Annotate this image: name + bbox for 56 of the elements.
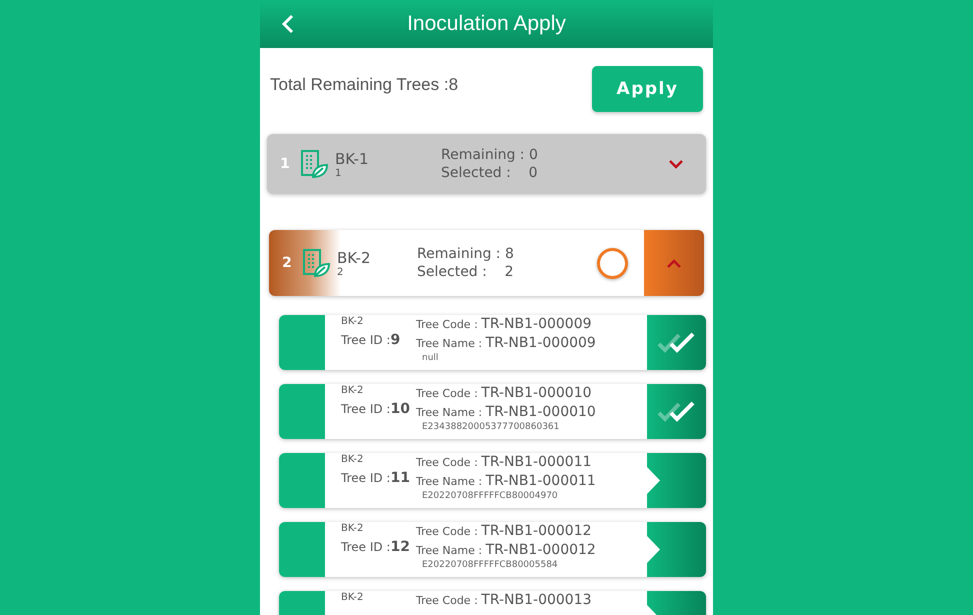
- block-number: 2: [337, 266, 344, 278]
- selected-count: Selected : 2: [417, 264, 514, 280]
- block-name: BK-2: [337, 248, 372, 266]
- building-leaf-icon: [299, 149, 329, 179]
- total-remaining-text: Total Remaining Trees :8: [270, 75, 458, 95]
- tree-code: Tree Code : TR-NB1-000012: [416, 522, 592, 541]
- double-check-icon: [656, 330, 696, 354]
- tree-tag: E23438820005377700860361: [422, 422, 560, 432]
- tree-card[interactable]: BK-2 Tree ID :11 Tree Code : TR-NB1-000011 Tree Name : TR-NB1-000011 E20220708FFFFFCB80004970: [279, 453, 706, 508]
- tree-id: Tree ID :11: [341, 470, 411, 486]
- select-panel[interactable]: [647, 453, 706, 508]
- block-label: BK-2: [341, 454, 364, 465]
- screen-title: Inoculation Apply: [407, 12, 566, 36]
- building-leaf-icon: [301, 248, 331, 278]
- select-all-radio[interactable]: [597, 248, 628, 278]
- block-label: BK-2: [341, 592, 364, 603]
- card-stripe: [279, 384, 325, 439]
- remaining-count: Remaining : 8: [417, 246, 514, 262]
- arrow-notch-icon: [647, 536, 660, 563]
- block-label: BK-2: [341, 523, 364, 534]
- tree-id: Tree ID :10: [341, 401, 411, 417]
- tree-name: Tree Name : TR-NB1-000012: [416, 541, 596, 560]
- tree-tag: null: [422, 353, 438, 363]
- tree-tag: E20220708FFFFFCB80004970: [422, 491, 558, 501]
- card-stripe: [279, 453, 325, 508]
- block-name: BK-1: [335, 150, 370, 168]
- tree-card[interactable]: BK-2 Tree ID :10 Tree Code : TR-NB1-000010 Tree Name : TR-NB1-000010 E23438820005377700860361: [279, 384, 706, 439]
- tree-name: Tree Name : TR-NB1-000010: [416, 403, 596, 422]
- block-label: BK-2: [341, 316, 364, 327]
- tree-name: Tree Name : TR-NB1-000011: [416, 472, 596, 491]
- block-number: 1: [335, 168, 342, 178]
- tree-card[interactable]: BK-2 Tree Code : TR-NB1-000013: [279, 591, 706, 615]
- select-panel[interactable]: [647, 384, 706, 439]
- tree-card[interactable]: BK-2 Tree ID :9 Tree Code : TR-NB1-000009 Tree Name : TR-NB1-000009 null: [279, 315, 706, 370]
- select-panel[interactable]: [647, 522, 706, 577]
- chevron-down-icon[interactable]: [669, 160, 683, 168]
- tree-name: Tree Name : TR-NB1-000009: [416, 334, 596, 353]
- tree-card[interactable]: BK-2 Tree ID :12 Tree Code : TR-NB1-000012 Tree Name : TR-NB1-000012 E20220708FFFFFCB80005584: [279, 522, 706, 577]
- tree-id: Tree ID :9: [341, 332, 402, 348]
- selected-count: Selected : 0: [441, 165, 538, 181]
- block-card[interactable]: 2 BK-2 2 Remaining : 8 Selected : 2: [269, 230, 704, 296]
- tree-id: Tree ID :12: [341, 539, 411, 555]
- card-stripe: [279, 315, 325, 370]
- tree-code: Tree Code : TR-NB1-000010: [416, 384, 592, 403]
- select-panel[interactable]: [647, 315, 706, 370]
- arrow-notch-icon: [647, 467, 660, 494]
- block-index: 2: [281, 255, 293, 271]
- double-check-icon: [656, 400, 696, 424]
- card-stripe: [279, 522, 325, 577]
- tree-code: Tree Code : TR-NB1-000009: [416, 315, 592, 334]
- block-label: BK-2: [341, 385, 364, 396]
- tree-code: Tree Code : TR-NB1-000011: [416, 453, 592, 472]
- tree-tag: E20220708FFFFFCB80005584: [422, 560, 558, 570]
- remaining-count: Remaining : 0: [441, 147, 538, 163]
- tree-code: Tree Code : TR-NB1-000013: [416, 591, 592, 610]
- back-icon[interactable]: [282, 14, 294, 34]
